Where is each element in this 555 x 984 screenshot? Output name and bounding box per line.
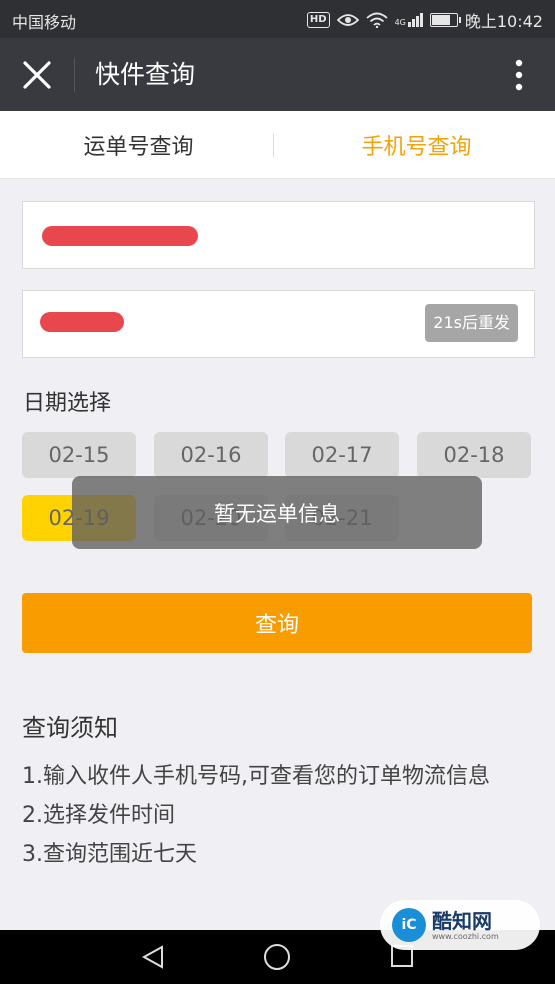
notice-item: 2.选择发件时间 [22, 803, 175, 828]
redacted-phone [42, 226, 198, 246]
date-section-label: 日期选择 [23, 391, 112, 416]
date-option[interactable]: 02-18 [417, 432, 531, 478]
tab-divider [273, 133, 274, 157]
date-option[interactable]: 02-15 [22, 432, 136, 478]
tab-phone-query[interactable]: 手机号查询 [278, 111, 555, 179]
close-icon[interactable] [20, 58, 54, 92]
back-icon[interactable] [140, 944, 166, 970]
cellular-signal-icon: 4G [395, 13, 423, 27]
carrier-name: 中国移动 [12, 13, 77, 32]
tab-waybill-query[interactable]: 运单号查询 [0, 111, 277, 179]
status-bar: 中国移动 HD 4G 晚上10:42 [0, 0, 555, 38]
watermark-name: 酷知网 [432, 908, 492, 933]
watermark: iC 酷知网 www.coozhi.com [380, 900, 540, 950]
query-tabs: 运单号查询 手机号查询 [0, 111, 555, 179]
page-title: 快件查询 [95, 60, 196, 89]
verification-code-field[interactable]: 21s后重发 [22, 290, 535, 358]
redacted-code [40, 312, 124, 332]
more-icon[interactable] [515, 59, 523, 91]
nav-divider [74, 58, 75, 92]
date-option[interactable]: 02-16 [154, 432, 268, 478]
resend-code-button[interactable]: 21s后重发 [425, 304, 518, 342]
home-icon[interactable] [263, 943, 291, 971]
network-type: 4G [394, 18, 406, 27]
hd-badge: HD [306, 12, 330, 28]
eye-icon [336, 14, 359, 26]
watermark-url: www.coozhi.com [432, 931, 499, 941]
date-option[interactable]: 02-17 [285, 432, 399, 478]
notice-title: 查询须知 [22, 714, 118, 742]
query-button[interactable]: 查询 [22, 593, 532, 653]
notice-item: 3.查询范围近七天 [22, 842, 197, 867]
notice-item: 1.输入收件人手机号码,可查看您的订单物流信息 [22, 764, 490, 789]
phone-number-field[interactable] [22, 201, 535, 269]
nav-bar: 快件查询 [0, 38, 555, 111]
toast-message: 暂无运单信息 [72, 476, 482, 549]
watermark-logo: iC [392, 908, 426, 942]
clock: 晚上10:42 [464, 12, 543, 31]
wifi-icon [365, 12, 388, 28]
battery-icon [429, 13, 461, 27]
status-icons: HD 4G 晚上10:42 [306, 8, 543, 32]
